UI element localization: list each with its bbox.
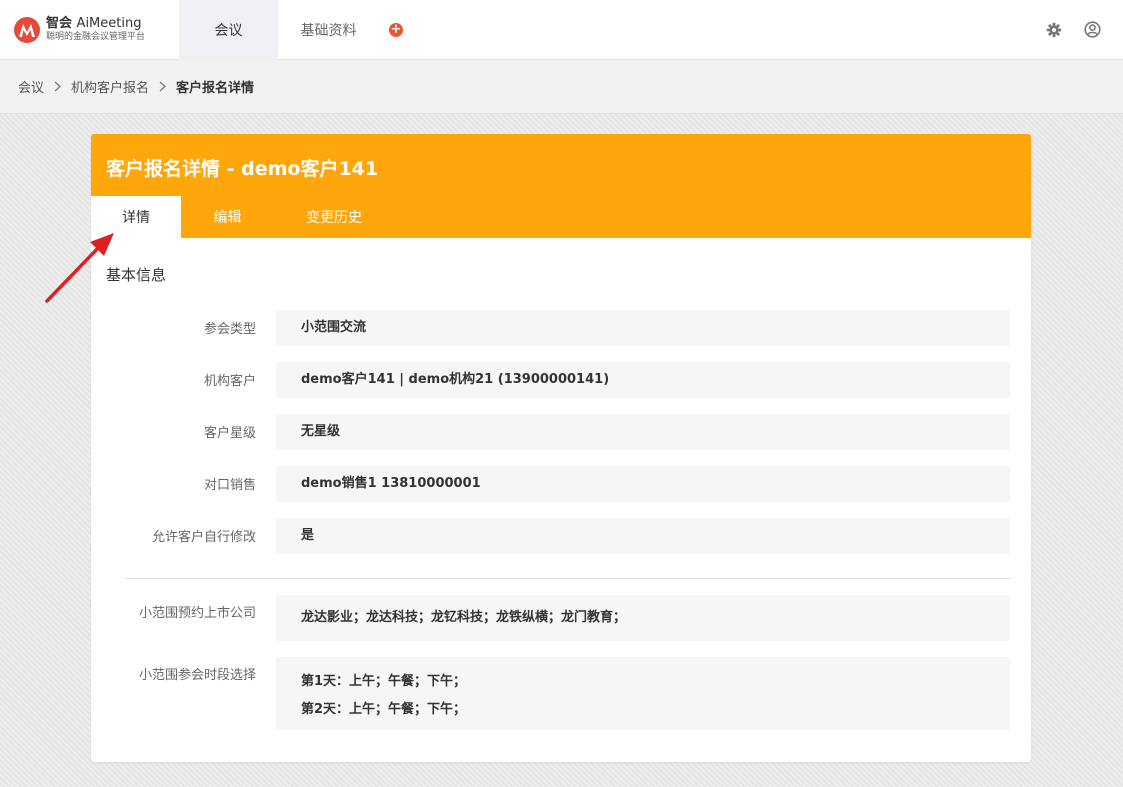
divider [125,578,1011,579]
field-label: 小范围参会时段选择 [138,668,256,683]
nav-tab-meetings[interactable]: 会议 [179,0,278,60]
breadcrumb-item-org-registration[interactable]: 机构客户报名 [71,77,149,96]
top-navbar: 智会 AiMeeting 聪明的金融会议管理平台 会议 基础资料 + [0,0,1123,60]
red-arrow-icon [40,228,120,312]
field-value: 第1天：上午；午餐；下午； 第2天：上午；午餐；下午； [276,657,1010,730]
field-value: 无星级 [276,414,1010,450]
field-value: 小范围交流 [276,310,1010,346]
gear-icon[interactable] [1046,22,1062,38]
logo-subtitle: 聪明的金融会议管理平台 [46,32,146,42]
field-label: 参会类型 [203,322,256,337]
aimeeting-logo-icon [14,16,40,43]
breadcrumb-item-current: 客户报名详情 [176,81,255,96]
field-value: demo销售1 13810000001 [276,466,1010,502]
field-label: 允许客户自行修改 [151,530,256,545]
nav-tab-basic-data[interactable]: 基础资料 [278,0,379,60]
card-tabs: 详情 编辑 变更历史 [91,196,394,238]
card-header: 客户报名详情 - demo客户141 详情 编辑 变更历史 [91,134,1031,238]
tab-change-history[interactable]: 变更历史 [274,196,394,238]
breadcrumb: 会议 机构客户报名 客户报名详情 [0,60,1123,114]
field-value-line: 第2天：上午；午餐；下午； [301,702,467,717]
logo-brand: AiMeeting [76,16,142,31]
logo-title: 智会 AiMeeting [46,16,142,31]
field-value-line: 第1天：上午；午餐；下午； [301,674,467,689]
field-label: 对口销售 [203,478,256,493]
chevron-right-icon [54,81,61,92]
field-value: 是 [276,518,1010,554]
field-value-line: 龙达影业；龙达科技；龙钇科技；龙铁纵横；龙门教育； [301,610,627,625]
add-icon[interactable]: + [389,22,403,37]
breadcrumb-item-meetings[interactable]: 会议 [18,77,44,96]
page-title: 客户报名详情 - demo客户141 [106,158,379,180]
field-label: 客户星级 [203,426,256,441]
field-label: 小范围预约上市公司 [138,606,256,621]
chevron-right-icon [159,81,167,92]
tab-edit[interactable]: 编辑 [181,196,274,238]
logo[interactable]: 智会 AiMeeting 聪明的金融会议管理平台 [0,0,179,59]
field-value: 龙达影业；龙达科技；龙钇科技；龙铁纵横；龙门教育； [276,595,1010,641]
registration-detail-card: 客户报名详情 - demo客户141 详情 编辑 变更历史 基本信息 参会类型 … [91,134,1031,762]
user-icon[interactable] [1084,21,1101,38]
field-label: 机构客户 [203,374,256,389]
field-value: demo客户141 | demo机构21 (13900000141) [276,362,1010,398]
